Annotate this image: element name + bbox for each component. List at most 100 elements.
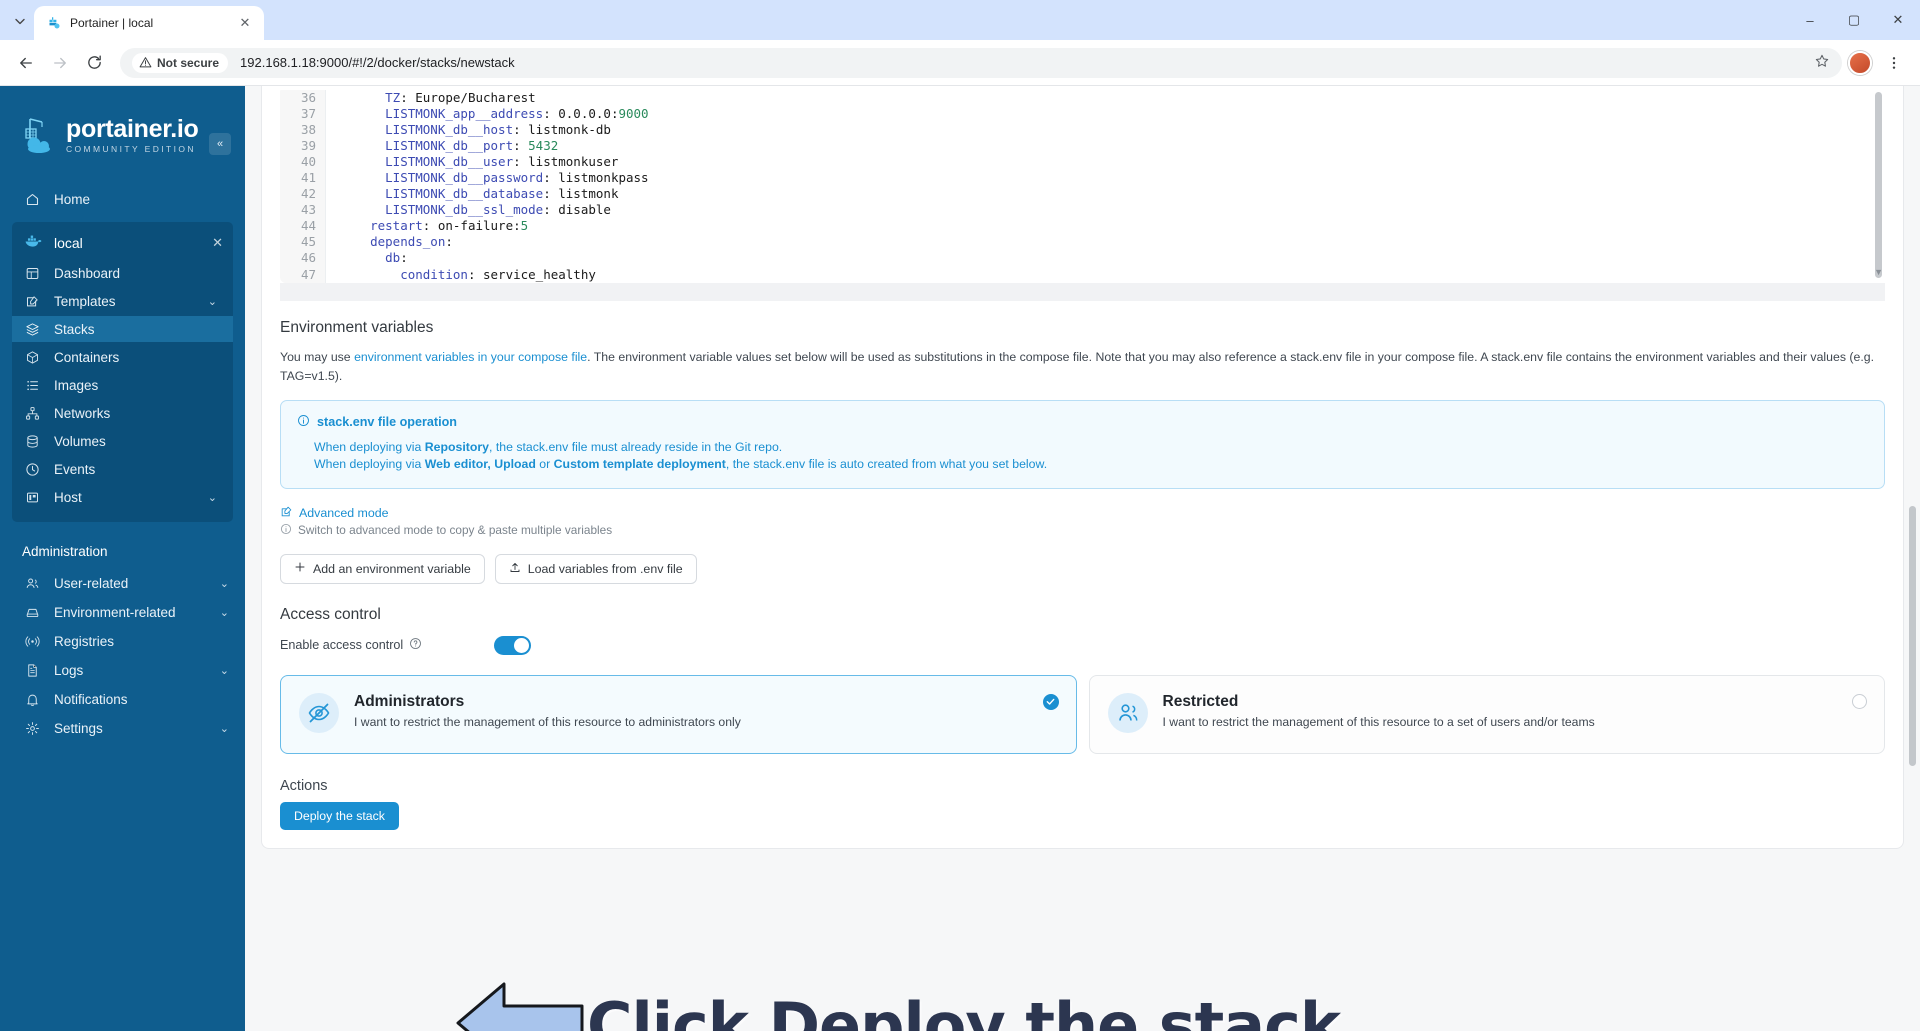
minimize-button[interactable]: – [1788, 0, 1832, 40]
sidebar: « portainer.io COMMUNITY EDITION Home lo… [0, 86, 245, 1031]
sidebar-item-home[interactable]: Home [0, 186, 245, 212]
enable-access-control-toggle[interactable] [494, 635, 531, 655]
code-key: db [340, 250, 401, 266]
deploy-the-stack-button[interactable]: Deploy the stack [280, 801, 399, 830]
sidebar-item-dashboard[interactable]: Dashboard [12, 260, 233, 286]
access-control-title: Access control [280, 605, 381, 623]
code-key: condition [340, 266, 468, 282]
code-area[interactable]: 36 37 38 39 40 41 42 43 44 45 46 47 TZ: Europe/Buch… [280, 86, 1885, 283]
infobox-l2d: Custom template deployment [553, 456, 726, 471]
environment-group: local ✕ Dashboard Templates ⌄ Stacks Con… [12, 222, 233, 522]
sidebar-item-networks[interactable]: Networks [12, 400, 233, 426]
code-line[interactable]: LISTMONK_db__user: listmonkuser [340, 154, 1885, 170]
code-line[interactable]: LISTMONK_db__database: listmonk [340, 186, 1885, 202]
profile-avatar[interactable] [1844, 47, 1876, 79]
code-line[interactable]: LISTMONK_app__address: 0.0.0.0:9000 [340, 106, 1885, 122]
sidebar-item-label: Dashboard [54, 265, 121, 281]
code-line[interactable]: depends_on: [340, 234, 1885, 250]
sidebar-environment-header[interactable]: local ✕ [12, 228, 233, 258]
address-bar[interactable]: Not secure 192.168.1.18:9000/#!/2/docker… [120, 47, 1842, 78]
browser-tab[interactable]: Portainer | local ✕ [34, 6, 264, 40]
sidebar-item-stacks[interactable]: Stacks [12, 316, 233, 342]
sidebar-item-templates[interactable]: Templates ⌄ [12, 288, 233, 314]
code-key: restart [340, 218, 423, 234]
editor-scroll-down-icon[interactable]: ▼ [1874, 267, 1883, 277]
env-desc-before: You may use [280, 349, 355, 364]
access-card-desc: I want to restrict the management of thi… [354, 714, 741, 729]
close-icon[interactable]: ✕ [212, 235, 223, 251]
browser-toolbar: Not secure 192.168.1.18:9000/#!/2/docker… [0, 40, 1920, 86]
editor-scrollbar[interactable] [1875, 92, 1882, 278]
star-icon[interactable] [1814, 53, 1830, 73]
users-icon [24, 576, 41, 591]
sidebar-item-settings[interactable]: Settings ⌄ [0, 715, 245, 741]
sidebar-item-logs[interactable]: Logs ⌄ [0, 657, 245, 683]
security-indicator[interactable]: Not secure [132, 52, 229, 73]
environment-icon [24, 605, 41, 620]
close-window-button[interactable]: ✕ [1876, 0, 1920, 40]
add-environment-variable-button[interactable]: Add an environment variable [280, 553, 485, 584]
sidebar-item-environment-related[interactable]: Environment-related ⌄ [0, 599, 245, 625]
code-line[interactable]: condition: service_healthy [340, 267, 1885, 283]
portainer-logo-icon [22, 116, 56, 154]
line-number: 37 [300, 106, 316, 122]
advanced-mode-hint-label: Switch to advanced mode to copy & paste … [298, 523, 613, 538]
line-number: 39 [300, 138, 316, 154]
events-clock-icon [24, 462, 41, 477]
containers-icon [24, 350, 41, 365]
code-value: listmonk-db [520, 122, 611, 138]
brand-name: portainer.io [66, 114, 199, 143]
back-icon[interactable] [10, 47, 42, 79]
load-variables-from-env-file-button[interactable]: Load variables from .env file [494, 553, 697, 584]
reload-icon[interactable] [78, 47, 110, 79]
access-card-administrators[interactable]: Administrators I want to restrict the ma… [280, 674, 1077, 754]
browser-window: Portainer | local ✕ – ▢ ✕ Not secure 192… [0, 0, 1920, 1031]
sidebar-item-user-related[interactable]: User-related ⌄ [0, 570, 245, 596]
code-lines[interactable]: TZ: Europe/Bucharest LISTMONK_app__addre… [326, 90, 1885, 283]
main-scrollbar[interactable] [1909, 506, 1916, 766]
code-line[interactable]: LISTMONK_db__password: listmonkpass [340, 170, 1885, 186]
code-line[interactable]: LISTMONK_db__ssl_mode: disable [340, 202, 1885, 218]
infobox-line-2: When deploying via Web editor, Upload or… [297, 456, 1868, 473]
radio-empty-icon[interactable] [1852, 693, 1867, 709]
portainer-app: « portainer.io COMMUNITY EDITION Home lo… [0, 86, 1920, 1031]
sidebar-item-notifications[interactable]: Notifications [0, 686, 245, 712]
env-section-description: You may use environment variables in you… [280, 348, 1885, 386]
sidebar-item-registries[interactable]: Registries [0, 628, 245, 654]
tab-search-dropdown-icon[interactable] [6, 7, 34, 35]
sidebar-item-containers[interactable]: Containers [12, 344, 233, 370]
stacks-icon [24, 322, 41, 337]
chevron-down-icon: ⌄ [207, 295, 217, 308]
sidebar-item-images[interactable]: Images [12, 372, 233, 398]
code-line[interactable]: TZ: Europe/Bucharest [340, 90, 1885, 106]
users-icon [1107, 692, 1148, 733]
tab-strip: Portainer | local ✕ – ▢ ✕ [0, 0, 1920, 40]
close-icon[interactable]: ✕ [236, 14, 254, 32]
compose-editor[interactable]: 36 37 38 39 40 41 42 43 44 45 46 47 TZ: Europe/Buch… [280, 86, 1885, 283]
code-key: LISTMONK_db__database [340, 186, 544, 202]
maximize-button[interactable]: ▢ [1832, 0, 1876, 40]
sidebar-item-volumes[interactable]: Volumes [12, 428, 233, 454]
sidebar-item-host[interactable]: Host ⌄ [12, 484, 233, 510]
question-circle-icon[interactable] [409, 637, 422, 653]
forward-icon[interactable] [44, 47, 76, 79]
env-buttons-row: Add an environment variable Load variabl… [280, 553, 1885, 584]
code-line[interactable]: LISTMONK_db__port: 5432 [340, 138, 1885, 154]
chevron-down-icon: ⌄ [219, 664, 229, 677]
tab-title: Portainer | local [70, 16, 154, 30]
code-line[interactable]: LISTMONK_db__host: listmonk-db [340, 122, 1885, 138]
code-line[interactable]: restart: on-failure:5 [340, 218, 1885, 234]
enable-access-control-label: Enable access control [280, 638, 404, 653]
env-section-title: Environment variables [280, 318, 434, 336]
access-card-restricted[interactable]: Restricted I want to restrict the manage… [1088, 674, 1885, 754]
kebab-menu-icon[interactable] [1878, 47, 1910, 79]
sidebar-collapse-button[interactable]: « [209, 133, 231, 155]
env-vars-link[interactable]: environment variables in your compose fi… [354, 350, 587, 364]
sidebar-item-events[interactable]: Events [12, 456, 233, 482]
line-number: 36 [300, 90, 316, 105]
main-content: 36 37 38 39 40 41 42 43 44 45 46 47 TZ: Europe/Buch… [245, 86, 1920, 1031]
line-number-gutter: 36 37 38 39 40 41 42 43 44 45 46 47 [280, 90, 326, 283]
advanced-mode-label: Advanced mode [299, 505, 389, 520]
code-line[interactable]: db: [340, 250, 1885, 266]
advanced-mode-toggle[interactable]: Advanced mode [280, 505, 1885, 521]
